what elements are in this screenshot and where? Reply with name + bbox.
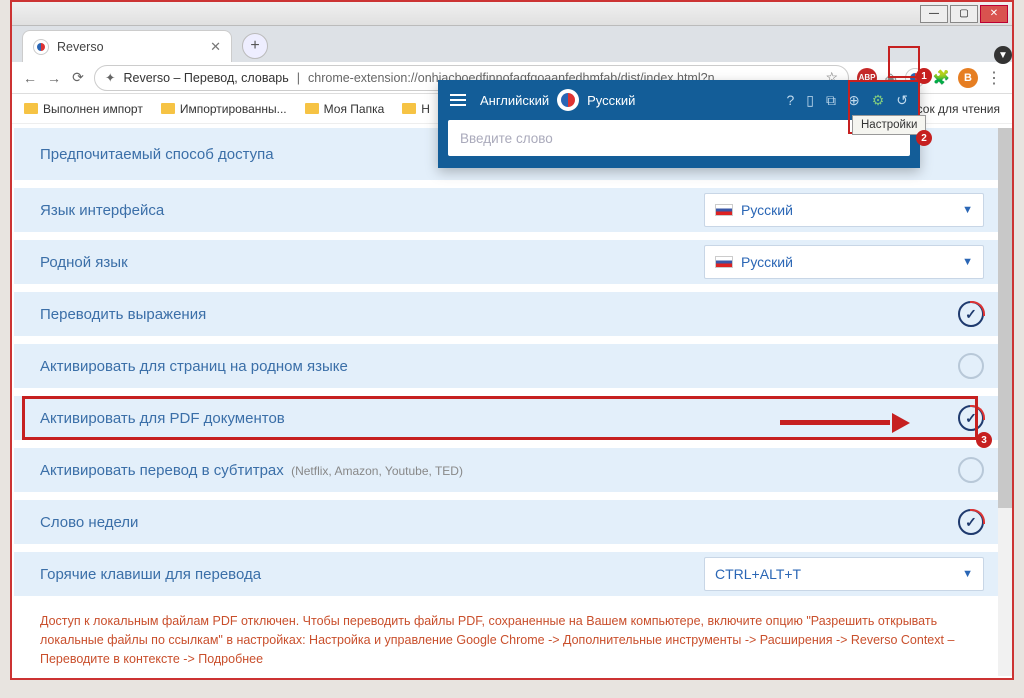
extension-icon: ✦ <box>105 70 115 85</box>
setting-label: Предпочитаемый способ доступа <box>40 146 274 163</box>
document-icon[interactable]: ▯ <box>806 92 814 109</box>
setting-toggle[interactable] <box>958 301 984 327</box>
help-icon[interactable]: ? <box>786 92 794 109</box>
site-title: Reverso – Перевод, словарь <box>123 71 288 85</box>
bookmark-label: Н <box>421 102 430 116</box>
setting-toggle[interactable] <box>958 457 984 483</box>
maximize-button[interactable]: ▢ <box>950 5 978 23</box>
caret-down-icon: ▼ <box>962 204 973 216</box>
folder-icon <box>161 103 175 114</box>
lang-from: Английский <box>480 93 549 108</box>
select-value: Русский <box>741 202 793 218</box>
download-indicator-icon[interactable]: ▼ <box>994 46 1012 64</box>
setting-label: Активировать для страниц на родном языке <box>40 358 348 375</box>
setting-select[interactable]: CTRL+ALT+T ▼ <box>704 557 984 591</box>
settings-gear-icon[interactable]: ⚙ <box>872 92 885 109</box>
back-button[interactable]: ← <box>22 70 38 86</box>
settings-row: Родной язык Русский ▼ <box>14 240 1010 284</box>
input-placeholder: Введите слово <box>460 131 553 146</box>
reverso-favicon-icon <box>33 39 49 55</box>
new-tab-button[interactable]: + <box>242 33 268 59</box>
bookmark-item[interactable]: Моя Папка <box>305 102 385 116</box>
popup-toolbar-icons: ? ▯ ⧉ ⊕ ⚙ ↺ <box>786 92 908 109</box>
setting-label: Горячие клавиши для перевода <box>40 566 261 583</box>
select-value: CTRL+ALT+T <box>715 566 801 582</box>
annotation-badge-2: 2 <box>916 130 932 146</box>
setting-label: Переводить выражения <box>40 306 206 323</box>
setting-label: Язык интерфейса <box>40 202 164 219</box>
titlebar: — ▢ ✕ <box>12 2 1012 26</box>
setting-label: Родной язык <box>40 254 128 271</box>
setting-sublabel: (Netflix, Amazon, Youtube, TED) <box>288 464 463 478</box>
folder-icon <box>305 103 319 114</box>
select-value: Русский <box>741 254 793 270</box>
copy-icon[interactable]: ⧉ <box>826 92 836 109</box>
bookmark-item[interactable]: Импортированны... <box>161 102 287 116</box>
flag-ru-icon <box>715 204 733 216</box>
flag-ru-icon <box>715 256 733 268</box>
page-content: Предпочитаемый способ доступа▼Язык интер… <box>14 128 1010 676</box>
settings-tooltip: Настройки <box>852 115 926 135</box>
hamburger-icon[interactable] <box>450 94 466 106</box>
caret-down-icon: ▼ <box>962 568 973 580</box>
folder-icon <box>402 103 416 114</box>
popup-header: Английский Русский ? ▯ ⧉ ⊕ ⚙ ↺ <box>438 80 920 120</box>
close-button[interactable]: ✕ <box>980 5 1008 23</box>
globe-icon[interactable]: ⊕ <box>848 92 860 109</box>
bookmark-label: Моя Папка <box>324 102 385 116</box>
swap-languages-icon[interactable] <box>557 89 579 111</box>
setting-toggle[interactable] <box>958 509 984 535</box>
bookmark-label: Импортированны... <box>180 102 287 116</box>
settings-row: Переводить выражения <box>14 292 1010 336</box>
setting-select[interactable]: Русский ▼ <box>704 193 984 227</box>
tab-strip: Reverso ✕ + <box>12 26 1012 62</box>
bookmark-label: Выполнен импорт <box>43 102 143 116</box>
reading-list-label: исок для чтения <box>910 102 1000 116</box>
setting-select[interactable]: Русский ▼ <box>704 245 984 279</box>
tab-title: Reverso <box>57 40 104 54</box>
annotation-badge-3: 3 <box>976 432 992 448</box>
pdf-warning-text: Доступ к локальным файлам PDF отключен. … <box>14 604 1010 676</box>
browser-tab[interactable]: Reverso ✕ <box>22 30 232 62</box>
menu-dots-icon[interactable]: ⋮ <box>986 68 1002 88</box>
annotation-badge-1: 1 <box>916 68 932 84</box>
settings-row: Слово недели <box>14 500 1010 544</box>
bookmark-item[interactable]: Н <box>402 102 430 116</box>
settings-row: Активировать для страниц на родном языке <box>14 344 1010 388</box>
setting-toggle[interactable] <box>958 405 984 431</box>
setting-label: Активировать перевод в субтитрах (Netfli… <box>40 462 463 479</box>
translate-input[interactable]: Введите слово <box>448 120 910 156</box>
bookmark-item[interactable]: Выполнен импорт <box>24 102 143 116</box>
profile-avatar[interactable]: B <box>958 68 978 88</box>
language-pair[interactable]: Английский Русский <box>480 89 635 111</box>
reload-button[interactable]: ⟳ <box>70 70 86 86</box>
settings-row: Горячие клавиши для перевода CTRL+ALT+T ▼ <box>14 552 1010 596</box>
caret-down-icon: ▼ <box>962 256 973 268</box>
history-clock-icon[interactable]: ↺ <box>896 92 908 109</box>
reverso-popup: Английский Русский ? ▯ ⧉ ⊕ ⚙ ↺ Введите с… <box>438 80 920 168</box>
setting-label: Слово недели <box>40 514 138 531</box>
setting-toggle[interactable] <box>958 353 984 379</box>
folder-icon <box>24 103 38 114</box>
scrollbar-track[interactable] <box>998 128 1012 676</box>
forward-button[interactable]: → <box>46 70 62 86</box>
tab-close-icon[interactable]: ✕ <box>210 39 221 55</box>
setting-label: Активировать для PDF документов <box>40 410 285 427</box>
settings-row: Язык интерфейса Русский ▼ <box>14 188 1010 232</box>
lang-to: Русский <box>587 93 635 108</box>
settings-row: Активировать перевод в субтитрах (Netfli… <box>14 448 1010 492</box>
extensions-puzzle-icon[interactable]: 🧩 <box>933 69 950 86</box>
minimize-button[interactable]: — <box>920 5 948 23</box>
settings-row: Активировать для PDF документов <box>14 396 1010 440</box>
scrollbar-thumb[interactable] <box>998 128 1012 508</box>
